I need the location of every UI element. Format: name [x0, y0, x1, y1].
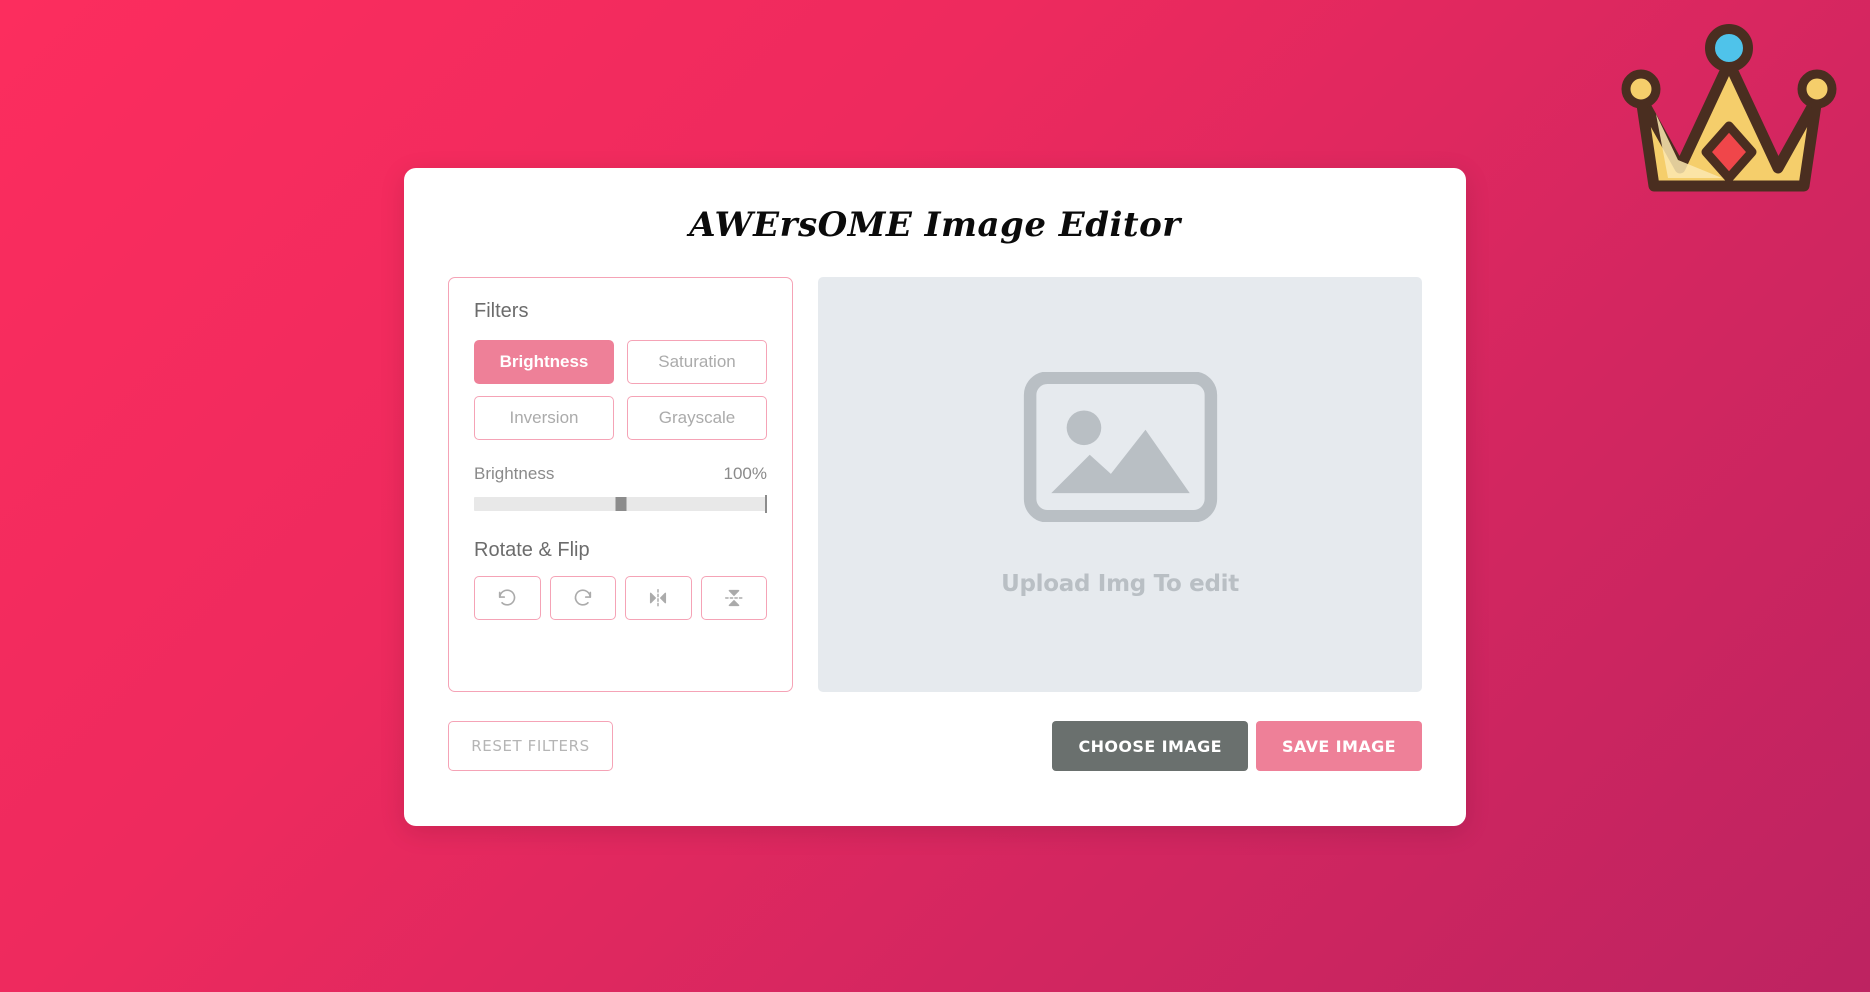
reset-filters-button[interactable]: RESET FILTERS — [448, 721, 613, 771]
rotate-right-icon — [572, 587, 594, 609]
preview-placeholder-text: Upload Img To edit — [1001, 571, 1239, 597]
image-preview-area[interactable]: Upload Img To edit — [818, 277, 1422, 692]
filter-button-saturation[interactable]: Saturation — [627, 340, 767, 384]
page-title: AWErsOME Image Editor — [689, 205, 1181, 245]
slider-name: Brightness — [474, 464, 555, 483]
filters-panel: Filters Brightness Saturation Inversion … — [448, 277, 793, 692]
slider-end-marker — [765, 495, 767, 513]
rotate-right-button[interactable] — [549, 576, 616, 620]
filter-button-inversion[interactable]: Inversion — [474, 396, 614, 440]
rotate-flip-heading: Rotate & Flip — [474, 539, 590, 561]
filter-button-brightness[interactable]: Brightness — [474, 340, 614, 384]
flip-horizontal-icon — [647, 587, 669, 609]
rotate-left-button[interactable] — [474, 576, 541, 620]
primary-actions: CHOOSE IMAGE SAVE IMAGE — [1052, 721, 1422, 771]
flip-horizontal-button[interactable] — [625, 576, 692, 620]
editor-body: Filters Brightness Saturation Inversion … — [404, 277, 1466, 692]
rotate-flip-group — [474, 576, 767, 620]
crown-decoration — [1618, 18, 1840, 208]
editor-card: AWErsOME Image Editor Filters Brightness… — [404, 168, 1466, 826]
bottom-controls: RESET FILTERS CHOOSE IMAGE SAVE IMAGE — [404, 721, 1466, 771]
filters-heading: Filters — [474, 300, 529, 322]
flip-vertical-button[interactable] — [700, 576, 767, 620]
rotate-left-icon — [496, 587, 518, 609]
image-placeholder-icon — [1023, 371, 1218, 527]
slider-thumb[interactable] — [615, 497, 626, 511]
filter-button-group: Brightness Saturation Inversion Grayscal… — [474, 340, 767, 440]
crown-icon — [1621, 24, 1837, 192]
filter-button-grayscale[interactable]: Grayscale — [627, 396, 767, 440]
slider-value: 100% — [723, 464, 767, 483]
slider-label-row: Brightness 100% — [474, 464, 767, 484]
save-image-button[interactable]: SAVE IMAGE — [1255, 721, 1422, 771]
brightness-slider[interactable] — [474, 495, 767, 513]
choose-image-button[interactable]: CHOOSE IMAGE — [1052, 721, 1248, 771]
flip-vertical-icon — [723, 587, 745, 609]
